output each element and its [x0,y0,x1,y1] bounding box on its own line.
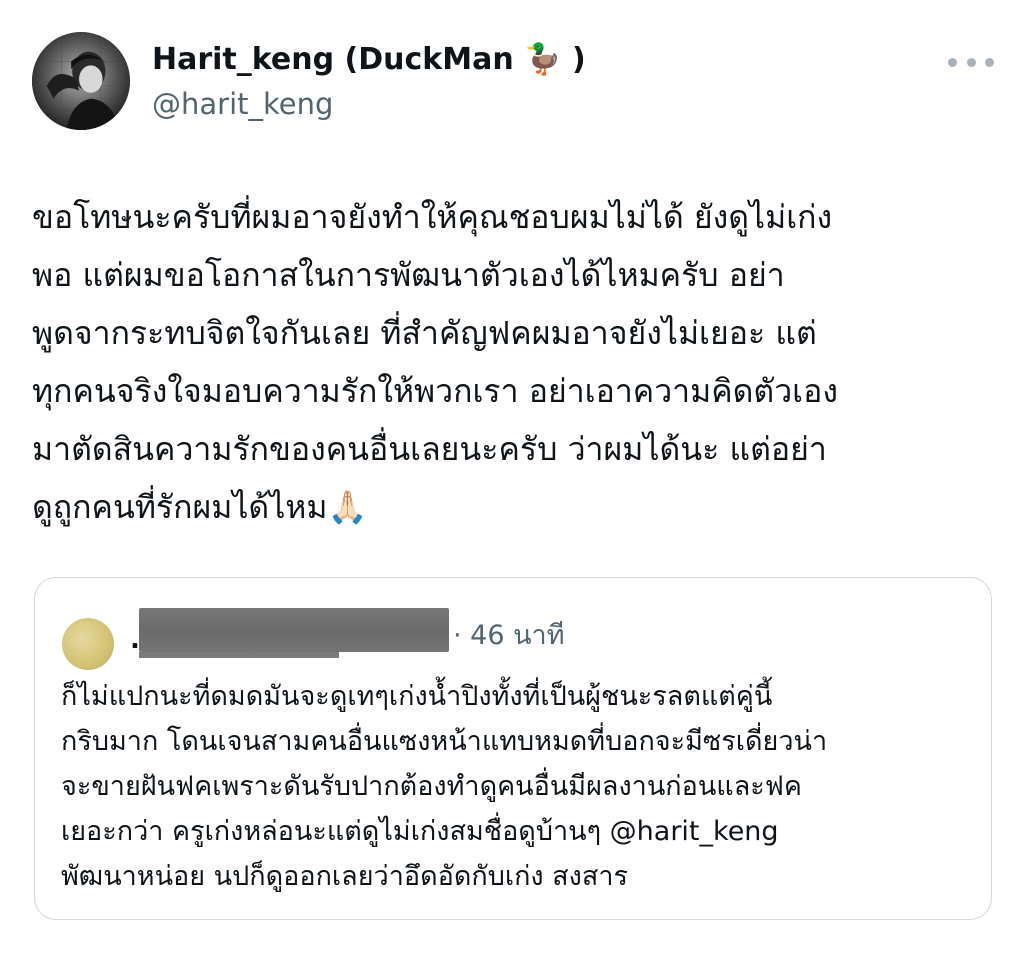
quoted-tweet-card[interactable]: . · 46 นาที ก็ไม่แปกนะที่ดมดมันจะดูเทๆเก… [34,577,992,920]
display-name-text: Harit_keng (DuckMan [152,42,514,77]
author-display-name[interactable]: Harit_keng (DuckMan 🦆 ) [152,38,586,82]
duck-emoji-icon: 🦆 [524,42,562,77]
quoted-text-part2: พัฒนาหน่อย นปก็ดูออกเลยว่าอึดอัดกับเก่ง … [61,861,628,892]
tweet-body: ขอโทษนะครับที่ผมอาจยังทำให้คุณชอบผมไม่ได… [32,188,982,536]
quoted-tweet-time[interactable]: · 46 นาที [453,616,565,656]
folded-hands-emoji-icon: 🙏🏻 [327,488,368,526]
avatar-photo-icon [32,32,130,130]
display-name-close: ) [561,42,586,77]
mention-link[interactable]: @harit_keng [610,816,779,847]
more-options-icon[interactable] [948,52,994,72]
quoted-author-name-redacted [139,608,449,658]
tweet-text: ขอโทษนะครับที่ผมอาจยังทำให้คุณชอบผมไม่ได… [32,198,838,526]
quoted-author-avatar[interactable] [62,618,114,670]
author-handle[interactable]: @harit_keng [152,84,333,124]
author-avatar[interactable] [32,32,130,130]
quoted-tweet-text: ก็ไม่แปกนะที่ดมดมันจะดูเทๆเก่งน้ำปิงทั้ง… [61,674,961,899]
